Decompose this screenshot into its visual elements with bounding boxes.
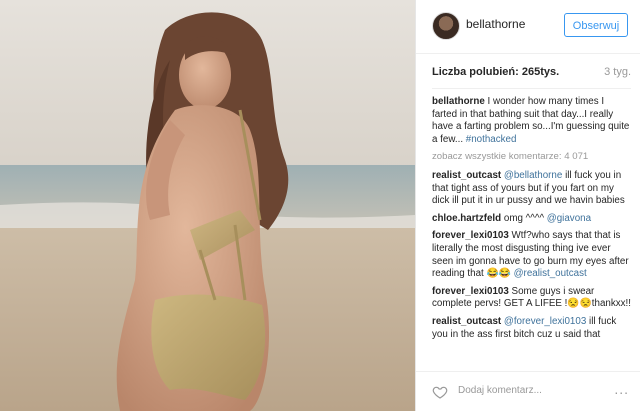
caption-hashtag[interactable]: #nothacked <box>466 134 517 145</box>
post-timestamp[interactable]: 3 tyg. <box>604 66 631 78</box>
likes-label: Liczba polubień: <box>432 66 519 78</box>
post-sidebar: bellathorne Obserwuj Liczba polubień: 26… <box>415 0 640 411</box>
instagram-post: bellathorne Obserwuj Liczba polubień: 26… <box>0 0 640 411</box>
add-comment-input[interactable]: Dodaj komentarz... <box>458 385 542 396</box>
beach-photo-image <box>0 0 415 411</box>
caption: bellathorne I wonder how many times I fa… <box>432 96 631 146</box>
comment-username[interactable]: realist_outcast <box>432 170 501 181</box>
divider <box>432 88 631 89</box>
more-options-icon[interactable]: ... <box>614 381 629 397</box>
heart-icon[interactable] <box>432 384 448 400</box>
comments-list: bellathorne I wonder how many times I fa… <box>432 96 631 371</box>
likes-count[interactable]: 265tys. <box>522 66 559 78</box>
comment-mention[interactable]: @realist_outcast <box>514 268 587 279</box>
comment: realist_outcast @forever_lexi0103 ill fu… <box>432 316 631 341</box>
comment-username[interactable]: forever_lexi0103 <box>432 230 509 241</box>
see-all-comments-link[interactable]: zobacz wszystkie komentarze: 4 071 <box>432 151 631 164</box>
comment-username[interactable]: forever_lexi0103 <box>432 286 509 297</box>
username[interactable]: bellathorne <box>466 17 525 31</box>
comment: realist_outcast @bellathorne ill fuck yo… <box>432 170 631 208</box>
comment-username[interactable]: realist_outcast <box>432 316 501 327</box>
comment-text: omg ^^^^ <box>503 212 545 224</box>
comment-footer: Dodaj komentarz... ... <box>416 371 640 411</box>
comment-mention[interactable]: @giavona <box>547 213 591 224</box>
comment-username[interactable]: chloe.hartzfeld <box>432 213 501 224</box>
post-photo[interactable] <box>0 0 415 411</box>
post-header: bellathorne Obserwuj <box>416 0 640 54</box>
follow-button[interactable]: Obserwuj <box>564 13 628 37</box>
comment: chloe.hartzfeld omg ^^^^ @giavona <box>432 213 631 226</box>
likes-row: Liczba polubień: 265tys. 3 tyg. <box>432 66 631 82</box>
comment-mention[interactable]: @forever_lexi0103 <box>504 316 586 327</box>
avatar[interactable] <box>432 12 460 40</box>
caption-username[interactable]: bellathorne <box>432 96 485 107</box>
comment: forever_lexi0103 Wtf?who says that that … <box>432 230 631 280</box>
comment-mention[interactable]: @bellathorne <box>504 170 562 181</box>
comment: forever_lexi0103 Some guys i swear compl… <box>432 286 631 311</box>
